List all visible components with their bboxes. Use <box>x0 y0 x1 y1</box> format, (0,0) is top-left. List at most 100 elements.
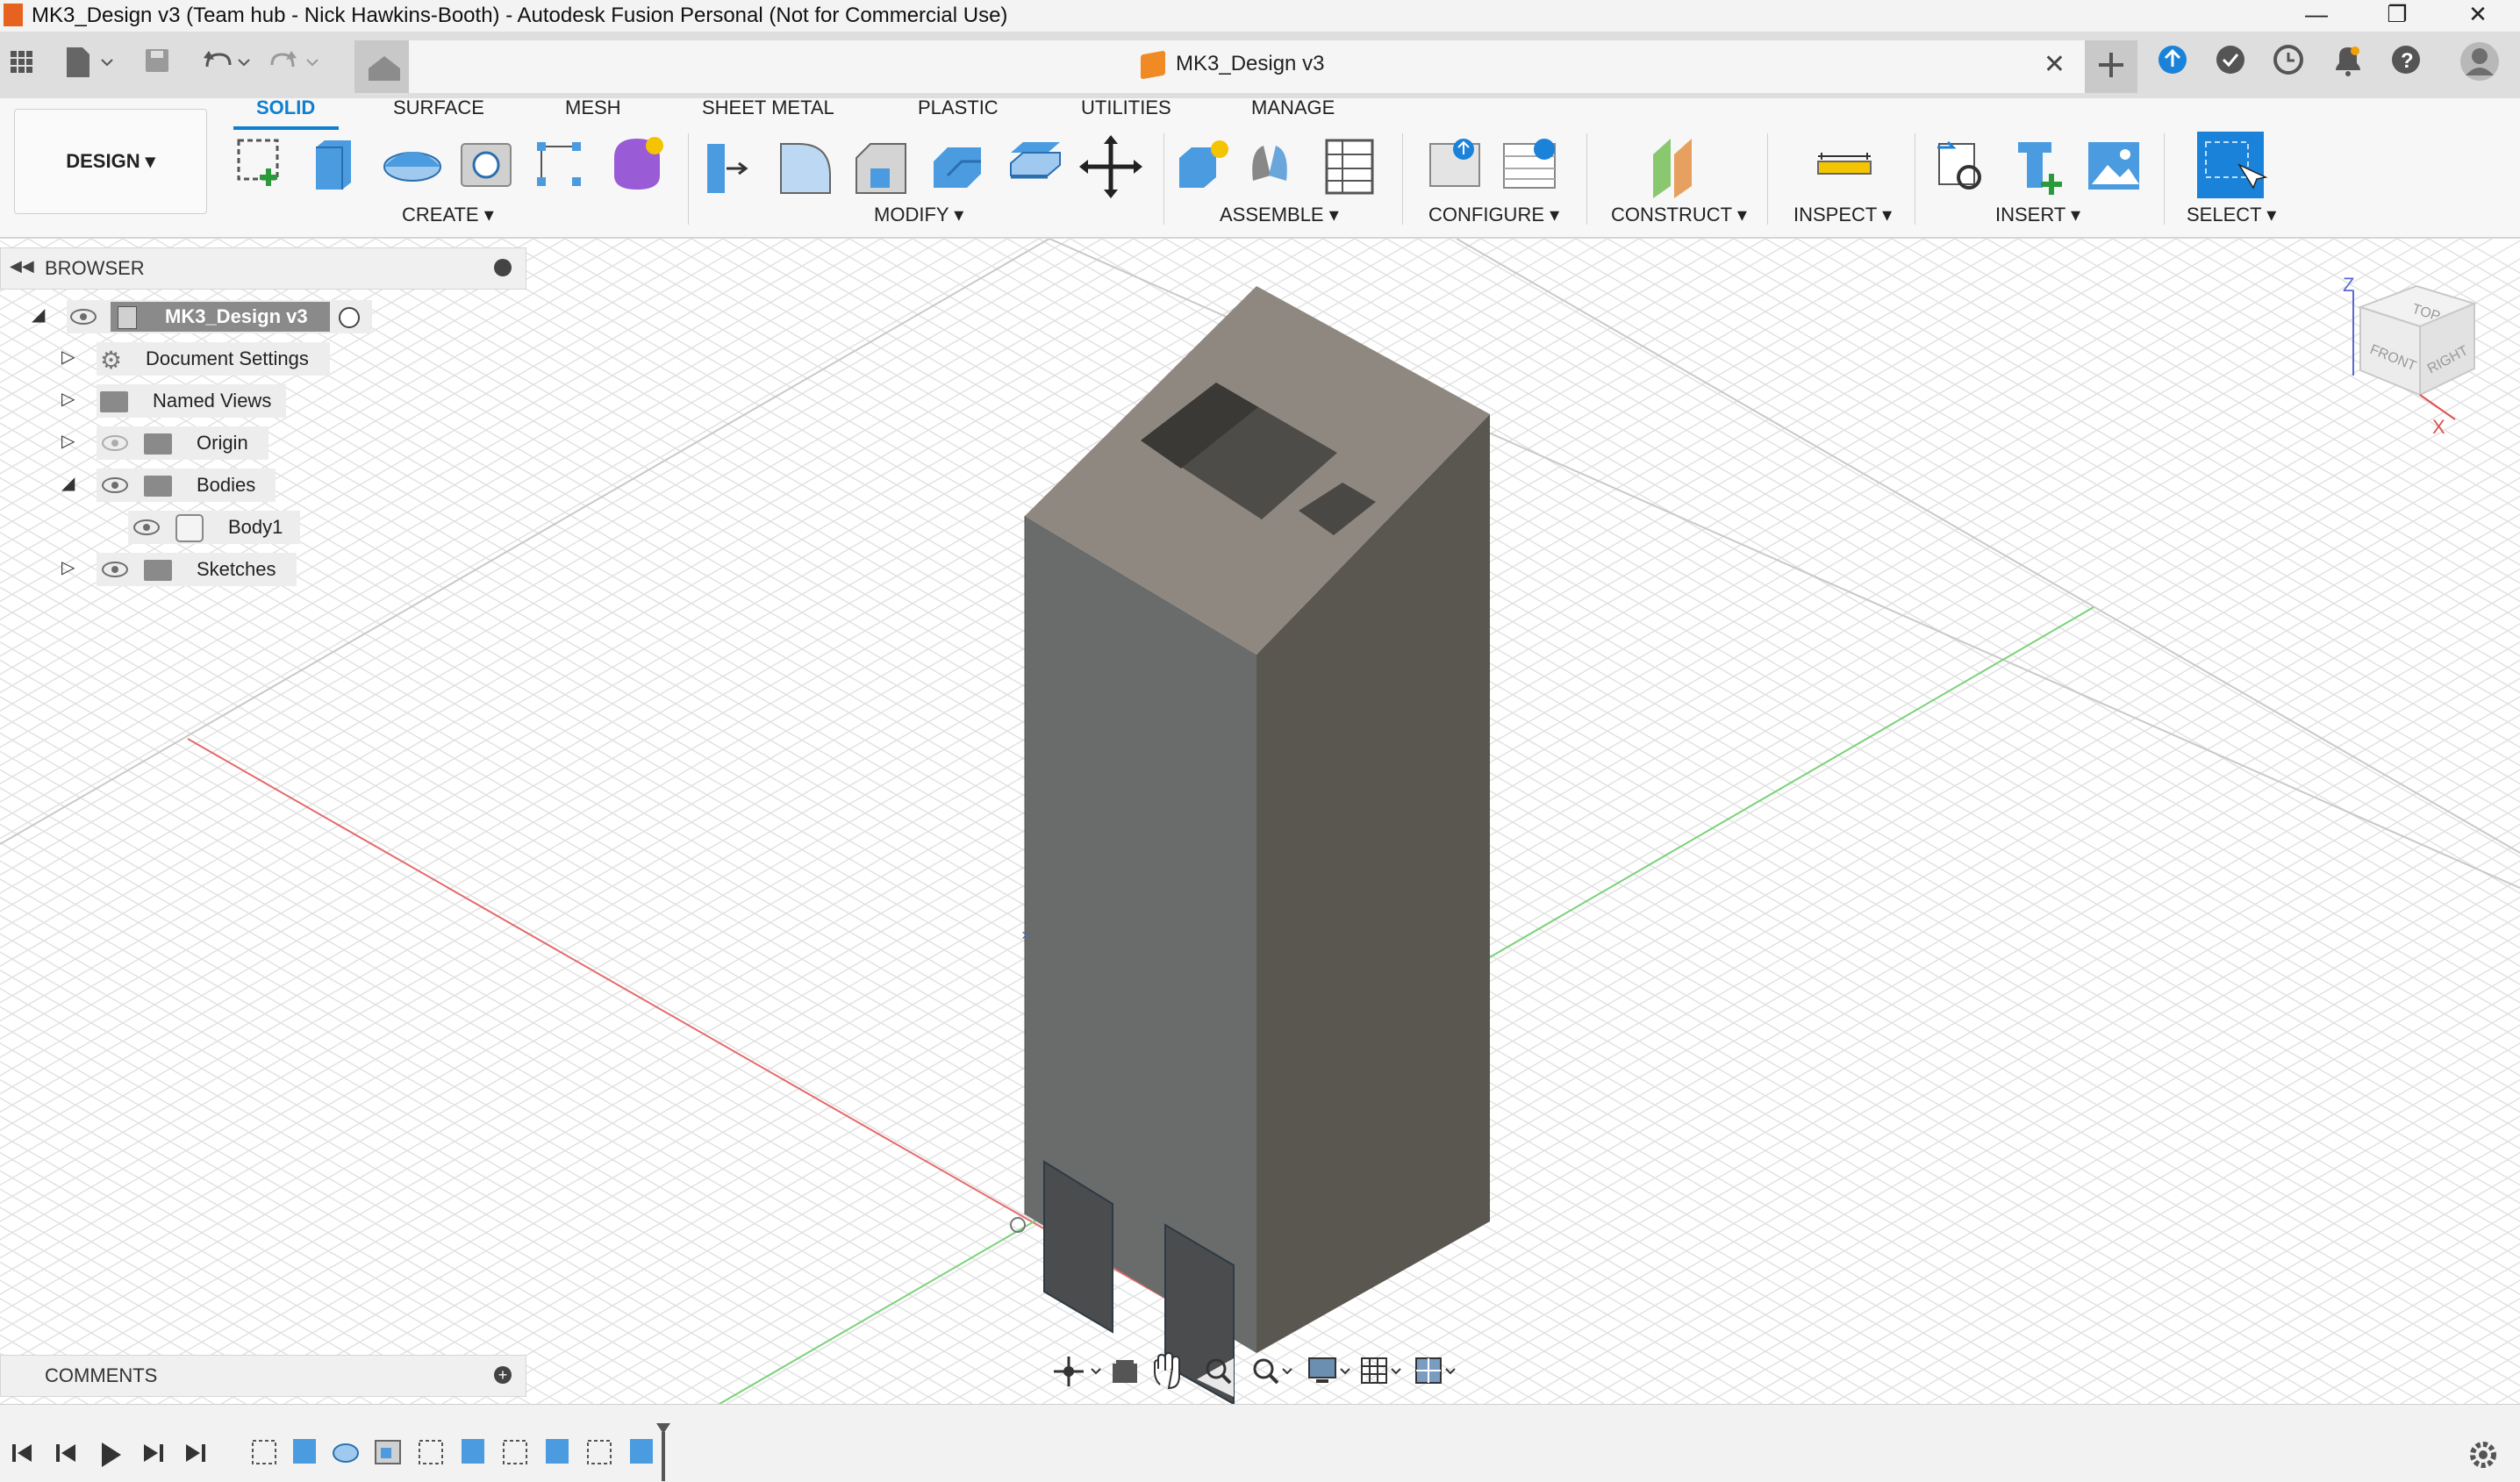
timeline-play-icon[interactable] <box>102 1443 121 1467</box>
insert-canvas-icon[interactable] <box>2088 142 2139 190</box>
browser-panel-header[interactable]: ◀◀ BROWSER <box>0 247 526 290</box>
viewports-icon[interactable] <box>1415 1357 1456 1384</box>
tab-mesh[interactable]: MESH <box>565 97 621 119</box>
select-icon[interactable] <box>2197 132 2268 198</box>
tab-sheet-metal[interactable]: SHEET METAL <box>702 97 834 119</box>
grid-icon[interactable] <box>1361 1357 1401 1384</box>
create-form-icon[interactable] <box>614 137 663 190</box>
help-icon[interactable]: ? <box>2392 46 2420 74</box>
tab-utilities[interactable]: UTILITIES <box>1081 97 1171 119</box>
job-status-icon[interactable] <box>2216 46 2244 74</box>
pattern-icon[interactable] <box>537 142 581 186</box>
undo-icon[interactable] <box>204 51 250 68</box>
3d-viewport[interactable]: × <box>0 239 2520 1404</box>
assembly-table-icon[interactable] <box>1325 139 1374 195</box>
visibility-eye-icon[interactable] <box>133 519 160 535</box>
new-component-icon[interactable] <box>1179 140 1228 188</box>
timeline-feature-sketch[interactable] <box>419 1440 443 1464</box>
add-comment-icon[interactable]: + <box>494 1366 512 1384</box>
close-tab-icon[interactable]: ✕ <box>2044 49 2065 80</box>
update-icon[interactable] <box>2158 46 2187 74</box>
timeline-feature-extrude[interactable] <box>546 1439 569 1464</box>
timeline-feature-sketch[interactable] <box>503 1440 527 1464</box>
chamfer-icon[interactable] <box>856 143 906 194</box>
tab-surface[interactable]: SURFACE <box>393 97 484 119</box>
new-tab-icon[interactable] <box>2085 40 2137 93</box>
configure-table-icon[interactable] <box>1503 139 1556 189</box>
measure-icon[interactable] <box>1817 153 1872 175</box>
press-pull-icon[interactable] <box>707 144 748 193</box>
fillet-icon[interactable] <box>780 143 831 194</box>
tab-plastic[interactable]: PLASTIC <box>918 97 999 119</box>
app-grid-icon[interactable] <box>11 51 32 73</box>
extrude-icon[interactable] <box>316 140 351 190</box>
combine-icon[interactable] <box>1010 142 1061 179</box>
timeline-feature-extrude[interactable] <box>293 1439 316 1464</box>
fit-icon[interactable] <box>1253 1358 1292 1385</box>
browser-minimize-icon[interactable] <box>494 259 512 276</box>
shell-icon[interactable] <box>934 147 981 188</box>
hidden-eye-icon[interactable] <box>102 435 128 451</box>
zoom-icon[interactable] <box>1206 1358 1232 1385</box>
timeline-next-icon[interactable] <box>144 1444 163 1462</box>
timeline-feature-sketch[interactable] <box>252 1440 276 1464</box>
timeline-first-icon[interactable] <box>12 1444 32 1462</box>
visibility-eye-icon[interactable] <box>70 309 97 325</box>
timeline-marker[interactable] <box>656 1423 670 1481</box>
group-assemble[interactable]: ASSEMBLE ▾ <box>1220 204 1339 226</box>
configure-icon[interactable] <box>1429 139 1480 187</box>
orbit-icon[interactable] <box>1054 1357 1101 1386</box>
visibility-eye-icon[interactable] <box>102 562 128 577</box>
timeline-feature-hole[interactable] <box>375 1440 401 1464</box>
timeline-feature-extrude[interactable] <box>630 1439 653 1464</box>
look-at-icon[interactable] <box>1113 1360 1137 1383</box>
bell-icon[interactable] <box>2336 47 2360 76</box>
group-inspect[interactable]: INSPECT ▾ <box>1793 204 1892 226</box>
tree-expand-arrow[interactable]: ▷ <box>61 346 75 368</box>
move-copy-icon[interactable] <box>1079 135 1142 198</box>
insert-mcmaster-icon[interactable] <box>2018 142 2062 195</box>
tree-expand-arrow[interactable]: ▷ <box>61 388 75 410</box>
timeline-last-icon[interactable] <box>186 1444 205 1462</box>
insert-derive-icon[interactable] <box>1937 140 1981 190</box>
group-construct[interactable]: CONSTRUCT ▾ <box>1611 204 1747 226</box>
clock-icon[interactable] <box>2273 45 2303 75</box>
offset-plane-icon[interactable] <box>1653 139 1692 198</box>
maximize-button[interactable]: ❐ <box>2359 0 2436 32</box>
timeline-previous-icon[interactable] <box>56 1444 75 1462</box>
group-configure[interactable]: CONFIGURE ▾ <box>1428 204 1559 226</box>
timeline-feature-extrude[interactable] <box>462 1439 484 1464</box>
avatar-icon[interactable] <box>2460 42 2499 81</box>
document-tab[interactable]: MK3_Design v3 ✕ <box>409 40 2085 93</box>
tree-expand-arrow[interactable]: ▷ <box>61 430 75 452</box>
joint-icon[interactable] <box>1252 146 1287 181</box>
minimize-button[interactable]: — <box>2278 0 2355 32</box>
view-cube[interactable]: TOP FRONT RIGHT Z X <box>2334 268 2509 444</box>
save-icon[interactable] <box>146 49 168 72</box>
hole-icon[interactable] <box>461 143 512 187</box>
activate-radio-icon[interactable] <box>339 307 360 328</box>
tree-expand-arrow[interactable]: ▷ <box>61 556 75 578</box>
tab-solid[interactable]: SOLID <box>256 97 315 119</box>
group-select[interactable]: SELECT ▾ <box>2187 204 2276 226</box>
group-insert[interactable]: INSERT ▾ <box>1995 204 2080 226</box>
timeline-feature-sketch[interactable] <box>587 1440 612 1464</box>
model-body[interactable] <box>1024 286 1490 1404</box>
pan-icon[interactable] <box>1154 1351 1180 1390</box>
collapse-panel-icon[interactable]: ◀◀ <box>10 257 34 276</box>
timeline-feature-revolve[interactable] <box>333 1443 359 1463</box>
redo-icon[interactable] <box>270 51 319 68</box>
comments-panel[interactable]: COMMENTS + <box>0 1355 526 1397</box>
tree-collapse-arrow[interactable]: ◢ <box>61 472 75 494</box>
group-modify[interactable]: MODIFY ▾ <box>874 204 963 226</box>
tab-manage[interactable]: MANAGE <box>1251 97 1335 119</box>
file-icon[interactable] <box>67 47 113 77</box>
group-create[interactable]: CREATE ▾ <box>402 204 494 226</box>
create-sketch-icon[interactable] <box>237 139 279 186</box>
revolve-icon[interactable] <box>383 152 441 182</box>
display-icon[interactable] <box>1308 1357 1350 1383</box>
visibility-eye-icon[interactable] <box>102 477 128 493</box>
settings-gear-icon[interactable] <box>2470 1442 2496 1468</box>
close-window-button[interactable]: ✕ <box>2439 0 2516 32</box>
tree-collapse-arrow[interactable]: ◢ <box>32 304 45 326</box>
